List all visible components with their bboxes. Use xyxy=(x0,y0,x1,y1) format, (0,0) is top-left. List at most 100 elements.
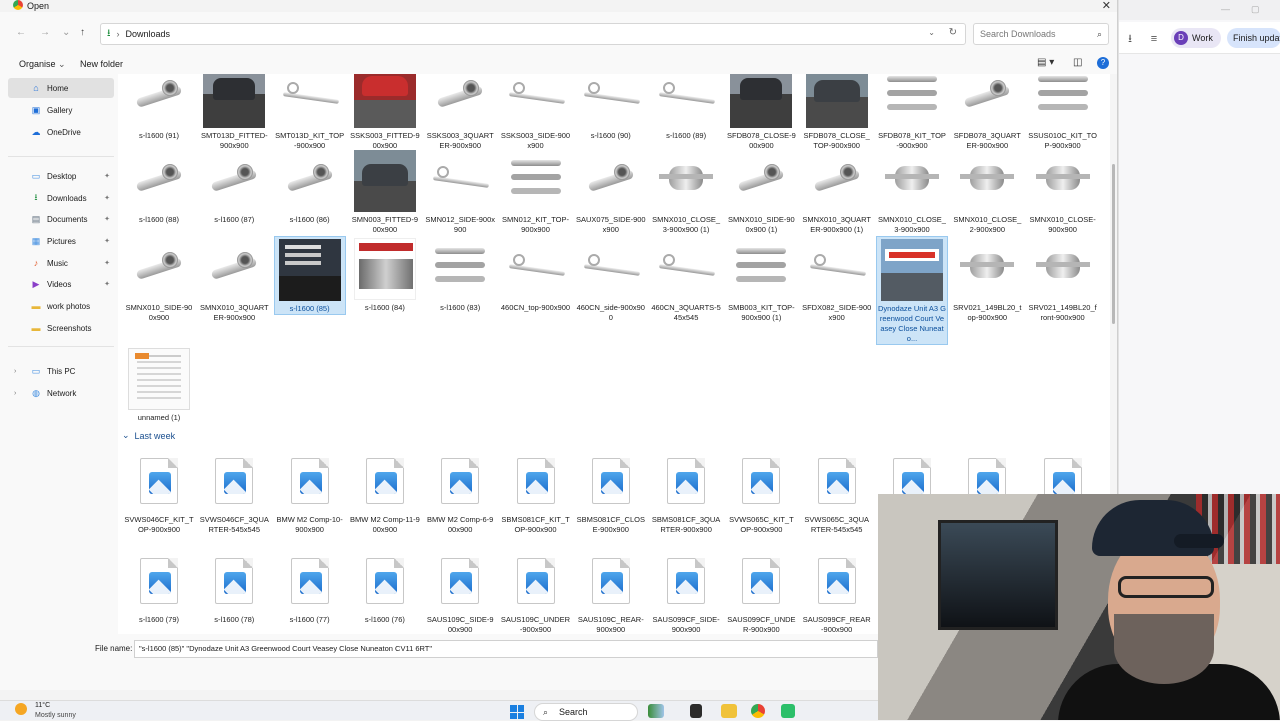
breadcrumb-downloads[interactable]: Downloads xyxy=(126,29,171,39)
file-tile[interactable]: BMW M2 Comp-10-900x900 xyxy=(274,448,346,535)
file-tile[interactable]: SSKS003_SIDE-900x900 xyxy=(500,74,572,151)
back-arrow-icon[interactable]: ← xyxy=(16,27,26,38)
forward-arrow-icon[interactable]: → xyxy=(40,27,50,38)
file-tile[interactable]: SFDX082_SIDE-900x900 xyxy=(801,236,873,323)
organise-chevron-icon[interactable]: ⌄ xyxy=(58,59,66,70)
sidebar-item-pictures[interactable]: ▦ Pictures ✦ xyxy=(8,231,114,251)
file-tile[interactable]: SMNX010_3QUARTER-900x900 xyxy=(198,236,270,323)
file-tile[interactable]: SAUS099CF_UNDER-900x900 xyxy=(725,548,797,634)
file-tile[interactable]: SAUS109C_SIDE-900x900 xyxy=(424,548,496,634)
file-tile[interactable]: s-l1600 (86) xyxy=(274,148,346,225)
android-app-icon[interactable] xyxy=(781,704,795,718)
file-tile[interactable]: SMB003_KIT_TOP-900x900 (1) xyxy=(725,236,797,323)
file-tile[interactable]: s-l1600 (77) xyxy=(274,548,346,625)
file-tile[interactable]: s-l1600 (85) xyxy=(273,236,346,315)
file-tile[interactable]: s-l1600 (79) xyxy=(123,548,195,625)
minimize-icon[interactable]: — xyxy=(1221,4,1230,14)
sidebar-item-onedrive[interactable]: ☁ OneDrive xyxy=(8,122,114,142)
refresh-icon[interactable]: ↻ xyxy=(949,27,957,38)
file-tile[interactable]: SRV021_149BL20_front-900x900 xyxy=(1027,236,1099,323)
sidebar-item-screenshots[interactable]: ▬ Screenshots xyxy=(8,318,114,338)
file-tile[interactable]: SMNX010_CLOSE_3-900x900 (1) xyxy=(650,148,722,235)
filename-input[interactable]: "s-l1600 (85)" "Dynodaze Unit A3 Greenwo… xyxy=(134,640,878,658)
file-tile[interactable]: SVWS065C_KIT_TOP-900x900 xyxy=(725,448,797,535)
file-tile[interactable]: SRV021_149BL20_top-900x900 xyxy=(951,236,1023,323)
sidebar-item-desktop[interactable]: ▭ Desktop ✦ xyxy=(8,166,114,186)
profile-button[interactable]: D Work xyxy=(1171,28,1221,48)
file-tile[interactable]: SAUX075_SIDE-900x900 xyxy=(575,148,647,235)
file-tile[interactable]: SVWS046CF_KIT_TOP-900x900 xyxy=(123,448,195,535)
file-tile[interactable]: SMN012_KIT_TOP-900x900 xyxy=(500,148,572,235)
sidebar-item-music[interactable]: ♪ Music ✦ xyxy=(8,253,114,273)
sidebar-item-this-pc[interactable]: › ▭ This PC xyxy=(8,361,114,381)
file-tile[interactable]: SMN012_SIDE-900x900 xyxy=(424,148,496,235)
widgets-app-icon[interactable] xyxy=(648,704,664,718)
file-tile[interactable]: SSKS003_3QUARTER-900x900 xyxy=(424,74,496,151)
help-icon[interactable]: ? xyxy=(1097,57,1109,69)
file-tile[interactable]: SFDB078_CLOSE_TOP-900x900 xyxy=(801,74,873,151)
file-tile[interactable]: BMW M2 Comp-6-900x900 xyxy=(424,448,496,535)
file-tile[interactable]: s-l1600 (88) xyxy=(123,148,195,225)
sidebar-item-videos[interactable]: ▶ Videos ✦ xyxy=(8,274,114,294)
file-tile[interactable]: SVWS046CF_3QUARTER-545x545 xyxy=(198,448,270,535)
file-tile[interactable]: SMNX010_CLOSE_3-900x900 xyxy=(876,148,948,235)
pin-icon[interactable]: ✦ xyxy=(104,215,110,223)
file-tile[interactable]: s-l1600 (78) xyxy=(198,548,270,625)
file-tile[interactable]: s-l1600 (84) xyxy=(349,236,421,313)
sidebar-item-documents[interactable]: ▤ Documents ✦ xyxy=(8,209,114,229)
pin-icon[interactable]: ✦ xyxy=(104,259,110,267)
sidebar-item-work-photos[interactable]: ▬ work photos xyxy=(8,296,114,316)
start-button-icon[interactable] xyxy=(510,705,524,719)
pin-icon[interactable]: ✦ xyxy=(104,172,110,180)
file-tile[interactable]: 460CN_top-900x900 xyxy=(500,236,572,313)
chevron-down-icon[interactable]: ⌄ xyxy=(928,28,935,37)
finish-update-button[interactable]: Finish update xyxy=(1227,28,1280,48)
task-view-icon[interactable] xyxy=(690,704,702,718)
file-tile[interactable]: SBMS081CF_CLOSE-900x900 xyxy=(575,448,647,535)
reading-list-icon[interactable]: ≡ xyxy=(1147,32,1161,46)
file-tile[interactable]: unnamed (1) xyxy=(123,346,195,423)
file-tile[interactable]: SAUS099CF_SIDE-900x900 xyxy=(650,548,722,634)
file-tile[interactable]: SBMS081CF_3QUARTER-900x900 xyxy=(650,448,722,535)
download-icon[interactable]: ⭳ xyxy=(1123,32,1137,46)
new-folder-button[interactable]: New folder xyxy=(80,59,123,69)
file-tile[interactable]: SFDB078_CLOSE-900x900 xyxy=(725,74,797,151)
file-tile[interactable]: s-l1600 (76) xyxy=(349,548,421,625)
file-tile[interactable]: 460CN_3QUARTS-545x545 xyxy=(650,236,722,323)
file-tile[interactable]: SVWS065C_3QUARTER-545x545 xyxy=(801,448,873,535)
file-explorer-icon[interactable] xyxy=(721,704,737,718)
sidebar-item-network[interactable]: › ◍ Network xyxy=(8,383,114,403)
preview-pane-icon[interactable]: ◫ xyxy=(1073,57,1082,68)
file-tile[interactable]: Dynodaze Unit A3 Greenwood Court Veasey … xyxy=(876,236,948,345)
collapse-chevron-icon[interactable]: ⌄ xyxy=(122,430,130,441)
recent-locations-icon[interactable]: ⌄ xyxy=(62,27,70,38)
expand-chevron-icon[interactable]: › xyxy=(14,390,16,397)
file-tile[interactable]: SMNX010_SIDE-900x900 (1) xyxy=(725,148,797,235)
file-tile[interactable]: SMNX010_CLOSE-900x900 xyxy=(1027,148,1099,235)
scrollbar-thumb[interactable] xyxy=(1112,164,1115,324)
sidebar-item-downloads[interactable]: ⭳ Downloads ✦ xyxy=(8,188,114,208)
pin-icon[interactable]: ✦ xyxy=(104,194,110,202)
file-tile[interactable]: SSKS003_FITTED-900x900 xyxy=(349,74,421,151)
file-tile[interactable]: SMNX010_CLOSE_2-900x900 xyxy=(951,148,1023,235)
pin-icon[interactable]: ✦ xyxy=(104,280,110,288)
file-tile[interactable]: SMNX010_3QUARTER-900x900 (1) xyxy=(801,148,873,235)
file-tile[interactable]: s-l1600 (89) xyxy=(650,74,722,141)
view-options-icon[interactable]: ▤ ▾ xyxy=(1037,57,1054,68)
file-tile[interactable]: SAUS109C_REAR-900x900 xyxy=(575,548,647,634)
file-tile[interactable]: s-l1600 (87) xyxy=(198,148,270,225)
up-arrow-icon[interactable]: ↑ xyxy=(80,27,85,38)
maximize-icon[interactable]: ▢ xyxy=(1251,4,1260,15)
file-tile[interactable]: s-l1600 (83) xyxy=(424,236,496,313)
close-icon[interactable]: ✕ xyxy=(1102,0,1111,12)
organise-menu[interactable]: Organise xyxy=(19,59,56,69)
chrome-app-icon[interactable] xyxy=(751,704,765,718)
file-tile[interactable]: SAUS099CF_REAR-900x900 xyxy=(801,548,873,634)
file-tile[interactable]: 460CN_side-900x900 xyxy=(575,236,647,323)
file-tile[interactable]: BMW M2 Comp-11-900x900 xyxy=(349,448,421,535)
file-tile[interactable]: SAUS109C_UNDER-900x900 xyxy=(500,548,572,634)
taskbar-search[interactable]: ⌕ Search xyxy=(534,703,638,721)
group-header-last-week[interactable]: ⌄ Last week xyxy=(122,430,175,441)
sidebar-item-gallery[interactable]: ▣ Gallery xyxy=(8,100,114,120)
file-tile[interactable]: s-l1600 (91) xyxy=(123,74,195,141)
